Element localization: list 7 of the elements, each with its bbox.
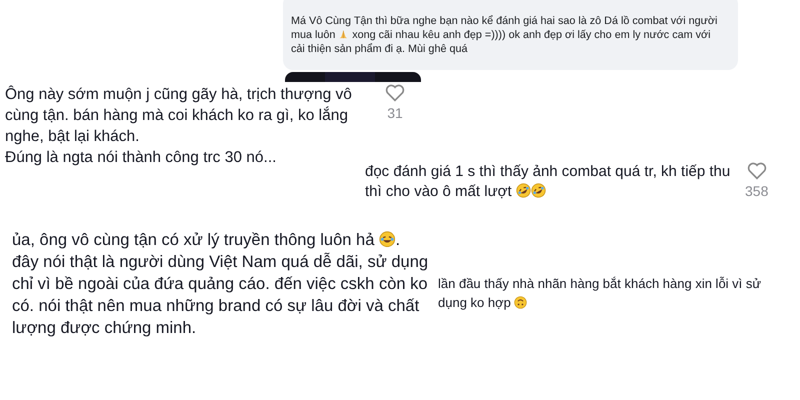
comment-text: Má Vô Cùng Tận thì bữa nghe bạn nào kể đánh giá hai sao là zô Dá lồ combat với người mua luôn xong cãi nhau kêu anh đẹp =)))) ok anh đẹp ơi lấy cho em ly nước cam với cải thiện sản phẩm đi ạ. Mùi ghê quá: [291, 14, 718, 56]
comment-text: ủa, ông vô cùng tận có xử lý truyền thông luôn hả . đây nói thật là người dùng Việt Nam quá dễ dãi, sử dụng chỉ vì bề ngoài của đứa quảng cáo. đến việc cskh còn ko có. nói thật nên mua những brand có sự lâu đời và chất lượng được chứng minh.: [12, 230, 430, 339]
comment-text: Ông này sớm muộn j cũng gãy hà, trịch thượng vô cùng tận. bán hàng mà coi khách ko ra gì, ko lắng nghe, bật lại khách. Đúng là ngta nói thành công trc 30 nó...: [5, 84, 353, 168]
comment-text: đọc đánh giá 1 s thì thấy ảnh combat quá tr, kh tiếp thu thì cho vào ô mất lượt: [365, 162, 732, 202]
like-count: 358: [745, 183, 768, 199]
like-count: 31: [387, 105, 403, 121]
comment-text: lần đầu thấy nhà nhãn hàng bắt khách hàng xin lỗi vì sử dụng ko hợp: [438, 275, 762, 312]
